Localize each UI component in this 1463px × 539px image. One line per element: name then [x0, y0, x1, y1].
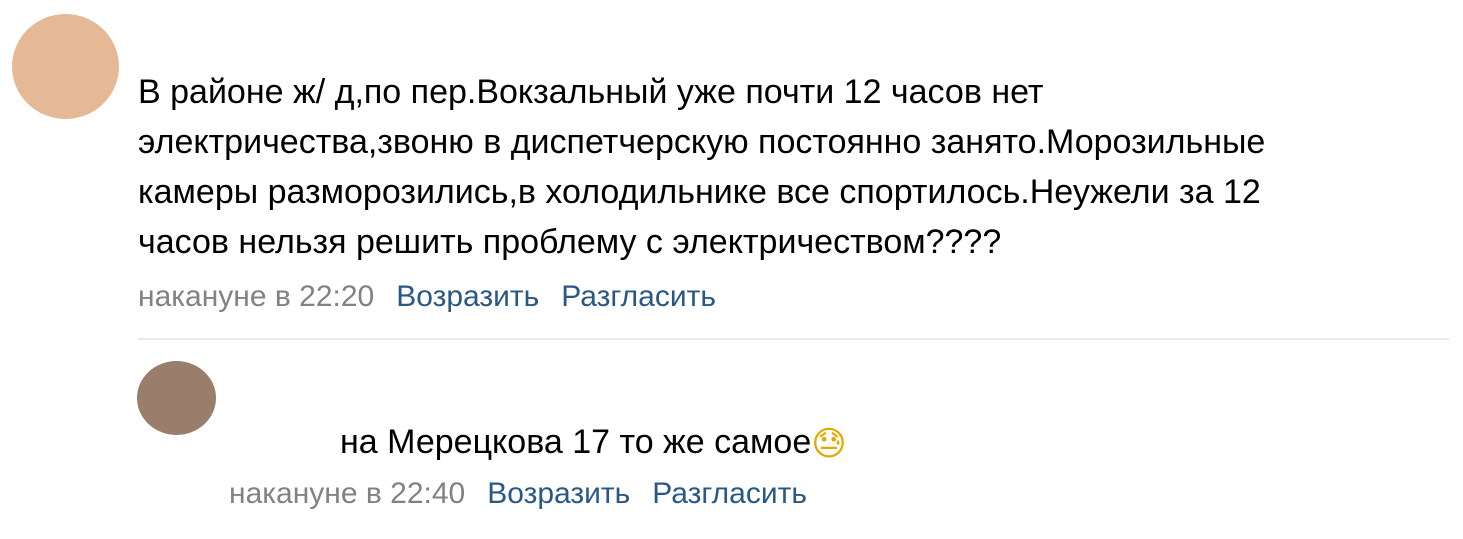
reply-text: на Мерецкова 17 то же самое😓: [340, 417, 1340, 467]
disagree-link[interactable]: Разгласить: [561, 280, 716, 313]
comment-timestamp[interactable]: накануне в 22:20: [138, 280, 374, 313]
comment-meta: накануне в 22:20 Возразить Разгласить: [138, 279, 716, 315]
avatar[interactable]: [137, 361, 216, 435]
reply-timestamp[interactable]: накануне в 22:40: [229, 477, 465, 510]
avatar[interactable]: [12, 14, 119, 119]
object-link[interactable]: Возразить: [396, 280, 539, 313]
reply-text-content: на Мерецкова 17 то же самое: [340, 423, 812, 461]
reply-divider: [138, 338, 1449, 340]
object-link[interactable]: Возразить: [487, 477, 630, 510]
reply-meta: накануне в 22:40 Возразить Разгласить: [229, 476, 807, 512]
comment-text: В районе ж/ д,по пер.Вокзальный уже почт…: [138, 73, 1266, 261]
disagree-link[interactable]: Разгласить: [652, 477, 807, 510]
sweat-smile-emoji-icon: 😓: [811, 424, 847, 464]
